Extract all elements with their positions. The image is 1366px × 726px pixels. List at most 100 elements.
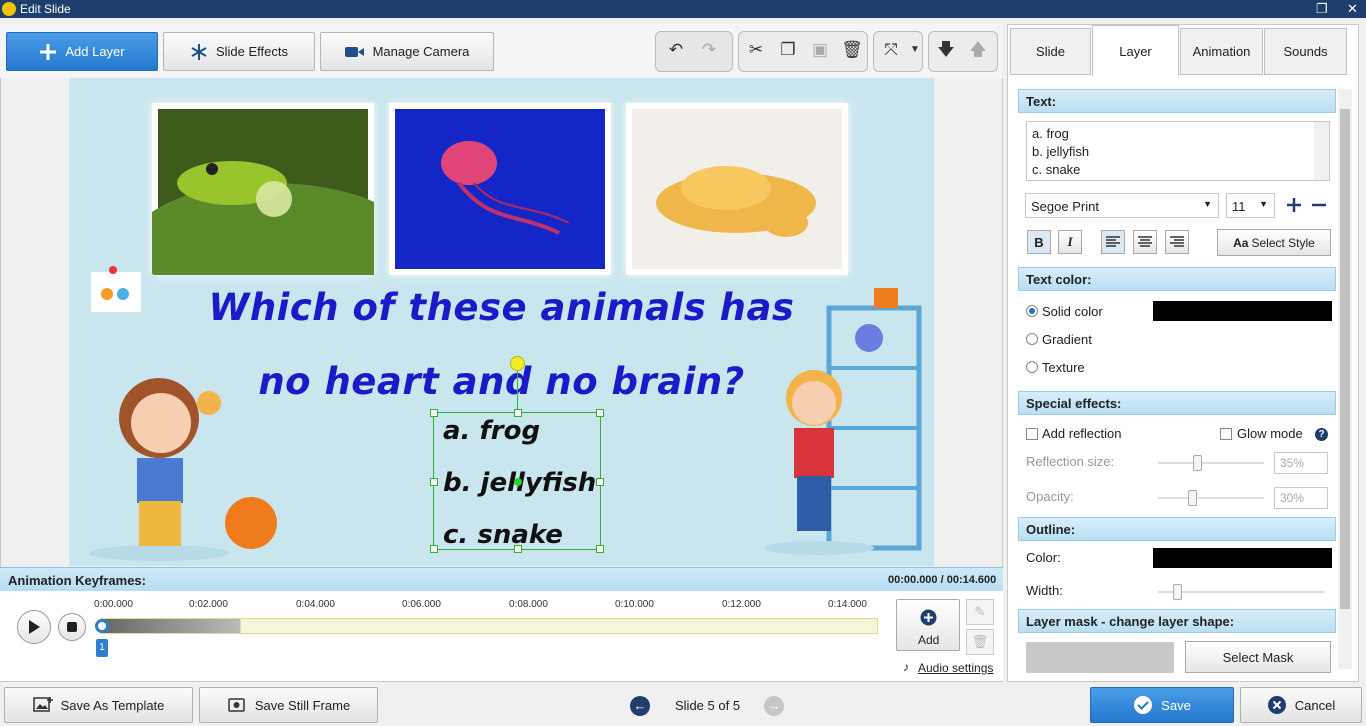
stop-button[interactable]	[58, 613, 86, 641]
save-as-template-button[interactable]: Save As Template	[4, 687, 193, 723]
bold-button[interactable]: B	[1027, 230, 1051, 254]
chevron-down-icon[interactable]: ▼	[903, 38, 927, 62]
resize-handle[interactable]	[430, 409, 438, 417]
move-down-icon[interactable]: 🡇	[934, 38, 958, 62]
slide-effects-button[interactable]: Slide Effects	[163, 32, 315, 71]
text-color-swatch[interactable]	[1153, 301, 1332, 321]
paste-icon[interactable]: ▣	[808, 38, 832, 62]
plus-icon	[40, 43, 57, 60]
save-still-frame-button[interactable]: Save Still Frame	[199, 687, 378, 723]
gradient-radio[interactable]	[1026, 333, 1038, 345]
add-reflection-checkbox[interactable]	[1026, 428, 1038, 440]
move-up-icon[interactable]: 🡅	[966, 38, 990, 62]
reflection-size-input[interactable]: 35%	[1274, 452, 1328, 474]
close-circle-icon	[1267, 696, 1286, 714]
panel-scrollbar-thumb[interactable]	[1340, 109, 1350, 609]
outline-width-thumb[interactable]	[1173, 584, 1182, 600]
italic-button[interactable]: I	[1058, 230, 1082, 254]
manage-camera-button[interactable]: Manage Camera	[320, 32, 494, 71]
snake-photo[interactable]	[626, 103, 848, 275]
text-scrollbar[interactable]	[1314, 122, 1329, 180]
select-style-button[interactable]: Aa Select Style	[1217, 229, 1331, 256]
add-keyframe-button[interactable]: Add	[896, 599, 960, 651]
reflection-size-slider[interactable]	[1158, 462, 1264, 464]
align-right-button[interactable]	[1165, 230, 1189, 254]
font-name: Segoe Print	[1031, 199, 1099, 214]
undo-icon[interactable]: ↶	[664, 38, 688, 62]
align-left-button[interactable]	[1101, 230, 1125, 254]
timeline-track[interactable]	[100, 618, 878, 634]
solid-color-radio[interactable]	[1026, 305, 1038, 317]
playhead[interactable]	[95, 619, 109, 633]
resize-handle[interactable]	[596, 409, 604, 417]
template-icon	[32, 697, 53, 712]
jellyfish-photo[interactable]	[389, 103, 611, 275]
text-line: c. snake	[1032, 162, 1081, 177]
play-button[interactable]	[17, 610, 51, 644]
opacity-slider[interactable]	[1158, 497, 1264, 499]
outline-width-label: Width:	[1026, 583, 1063, 598]
text-line: b. jellyfish	[1032, 144, 1090, 159]
resize-handle[interactable]	[514, 545, 522, 553]
align-center-button[interactable]	[1133, 230, 1157, 254]
play-icon	[29, 620, 40, 634]
next-slide-icon[interactable]: →	[764, 696, 784, 716]
opacity-input[interactable]: 30%	[1274, 487, 1328, 509]
resize-handle[interactable]	[514, 409, 522, 417]
texture-radio[interactable]	[1026, 361, 1038, 373]
glow-mode-checkbox[interactable]	[1220, 428, 1232, 440]
resize-handle[interactable]	[430, 545, 438, 553]
decrease-font-icon[interactable]	[1312, 198, 1326, 212]
redo-icon[interactable]: ↷	[697, 38, 721, 62]
opacity-label: Opacity:	[1026, 489, 1074, 504]
fullscreen-icon[interactable]: ⤧	[879, 38, 903, 62]
delete-keyframe-icon[interactable]: 🗑	[966, 629, 994, 655]
help-icon[interactable]: ?	[1315, 428, 1328, 441]
tab-layer[interactable]: Layer	[1092, 25, 1179, 76]
tab-slide[interactable]: Slide	[1010, 28, 1091, 75]
outline-width-slider[interactable]	[1158, 591, 1324, 593]
tab-animation[interactable]: Animation	[1180, 28, 1263, 75]
keyframe-marker[interactable]: 1	[96, 639, 108, 657]
slide-canvas[interactable]: Which of these animals has no heart and …	[69, 78, 934, 566]
copy-icon[interactable]: ❐	[776, 38, 800, 62]
increase-font-icon[interactable]	[1287, 198, 1301, 212]
frog-photo[interactable]	[132, 103, 412, 303]
add-keyframe-label: Add	[918, 633, 940, 647]
text-color-header: Text color:	[1018, 267, 1336, 291]
close-icon[interactable]: ✕	[1347, 1, 1358, 17]
center-point[interactable]	[514, 478, 522, 486]
layer-mask-header: Layer mask - change layer shape:	[1018, 609, 1336, 633]
audio-settings-link[interactable]: Audio settings	[918, 661, 993, 675]
add-reflection-label: Add reflection	[1042, 426, 1122, 441]
cancel-button[interactable]: Cancel	[1240, 687, 1362, 723]
edit-keyframe-icon[interactable]: ✎	[966, 599, 994, 625]
outline-color-label: Color:	[1026, 550, 1061, 565]
outline-color-swatch[interactable]	[1153, 548, 1332, 568]
camera-icon	[344, 46, 364, 57]
font-select[interactable]: Segoe Print ▼	[1025, 193, 1219, 218]
resize-handle[interactable]	[596, 478, 604, 486]
font-size-select[interactable]: 11 ▼	[1226, 193, 1275, 218]
tick-label: 0:00.000	[94, 599, 133, 610]
slide-indicator: Slide 5 of 5	[675, 698, 741, 713]
previous-slide-icon[interactable]: ←	[630, 696, 650, 716]
app-icon	[2, 2, 16, 16]
resize-handle[interactable]	[430, 478, 438, 486]
rotate-handle[interactable]	[510, 356, 525, 371]
panel-scrollbar[interactable]	[1338, 89, 1352, 669]
restore-icon[interactable]: ❐	[1316, 1, 1328, 17]
delete-icon[interactable]: 🗑	[840, 38, 864, 62]
add-layer-button[interactable]: Add Layer	[6, 32, 158, 71]
select-mask-button[interactable]: Select Mask	[1185, 641, 1331, 673]
text-editor[interactable]: a. frog b. jellyfish c. snake	[1026, 121, 1330, 181]
cut-icon[interactable]: ✂	[744, 38, 768, 62]
reflection-size-thumb[interactable]	[1193, 455, 1202, 471]
save-button[interactable]: Save	[1090, 687, 1234, 723]
stop-icon	[67, 622, 77, 632]
resize-handle[interactable]	[596, 545, 604, 553]
opacity-thumb[interactable]	[1188, 490, 1197, 506]
slide-effects-label: Slide Effects	[215, 44, 289, 59]
selection-box[interactable]	[430, 356, 604, 553]
tab-sounds[interactable]: Sounds	[1264, 28, 1347, 75]
